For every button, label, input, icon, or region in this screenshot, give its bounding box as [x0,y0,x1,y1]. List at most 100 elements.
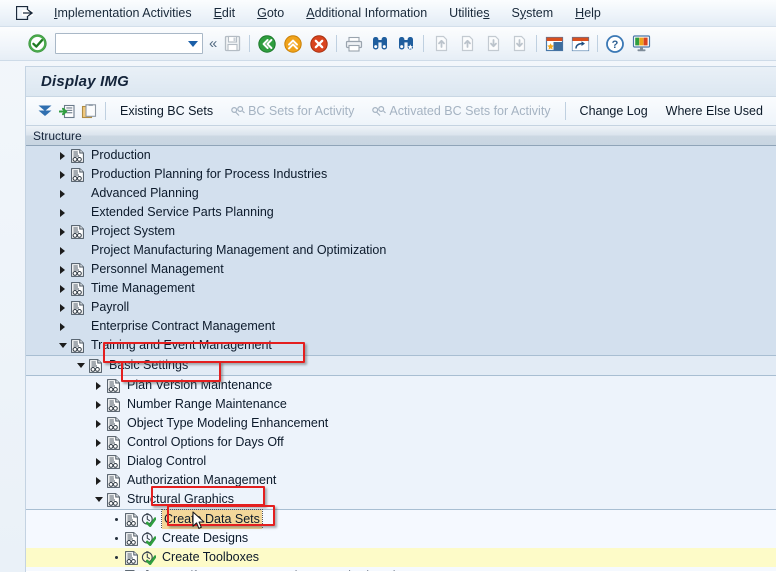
tree-row[interactable]: Control Options for Days Off [26,433,776,452]
activity-executable-icon[interactable] [140,529,157,548]
tree-row[interactable]: Number Range Maintenance [26,395,776,414]
expand-toggle[interactable] [56,279,69,298]
change-log-button[interactable]: Change Log [571,97,657,126]
tree-row-label: Basic Settings [109,358,189,372]
menu-item-goto[interactable]: Goto [246,0,295,27]
expand-toggle[interactable] [56,260,69,279]
last-page-icon[interactable] [507,32,531,56]
activity-executable-icon[interactable] [140,567,157,571]
customize-layout-icon[interactable] [629,32,653,56]
expand-node-icon[interactable] [56,100,78,122]
tree-row[interactable]: Time Management [26,279,776,298]
tree-row[interactable]: Basic Settings [26,356,776,375]
activity-executable-icon[interactable] [140,548,157,567]
next-page-icon[interactable] [481,32,505,56]
first-page-icon[interactable] [429,32,453,56]
tree-row[interactable]: Structural Graphics [26,490,776,509]
tree-row-label: Extended Service Parts Planning [91,205,274,219]
previous-page-icon[interactable] [455,32,479,56]
tree-row[interactable]: Enterprise Contract Management [26,317,776,336]
save-icon[interactable] [220,32,244,56]
menu-item-implementation-activities[interactable]: Implementation Activities [43,0,203,27]
command-field[interactable] [55,33,203,54]
tree-row-label: Create Designs [162,531,249,545]
img-node-icon [123,567,140,571]
exit-orange-icon[interactable] [281,32,305,56]
expand-toggle[interactable] [56,298,69,317]
tree-row[interactable]: Create Toolboxes [26,548,776,567]
toolbar-divider [564,102,566,120]
collapse-toggle[interactable] [74,356,87,375]
expand-toggle[interactable] [56,222,69,241]
img-structure-tree[interactable]: Production Production Planning for Proces… [26,146,776,571]
tree-row-label: Object Type Modeling Enhancement [127,416,329,430]
expand-toggle[interactable] [92,376,105,395]
tree-row[interactable]: Production [26,146,776,165]
menu-item-system[interactable]: System [500,0,564,27]
expand-toggle[interactable] [56,146,69,165]
find-next-icon[interactable] [394,32,418,56]
menu-item-additional-information[interactable]: Additional Information [295,0,438,27]
copy-clipboard-icon[interactable] [78,100,100,122]
bc-set-icon [231,105,246,117]
tree-row-label: Plan Version Maintenance [127,378,273,392]
expand-toggle[interactable] [92,414,105,433]
tree-row[interactable]: Project System [26,222,776,241]
collapse-toggle[interactable] [92,490,105,509]
tree-row-label: Payroll [91,300,130,314]
tree-row[interactable]: Training and Event Management [26,336,776,355]
command-input[interactable] [59,34,183,53]
tree-row[interactable]: Advanced Planning [26,184,776,203]
tree-row[interactable]: Personnel Management [26,260,776,279]
tree-row[interactable]: Create Data Sets [26,509,776,530]
tree-row-label: Production Planning for Process Industri… [91,167,328,181]
back-green-icon[interactable] [255,32,279,56]
img-node-icon [105,490,122,509]
tree-row-label: Structural Graphics [127,492,234,506]
find-icon[interactable] [368,32,392,56]
where-else-used-button[interactable]: Where Else Used [657,97,772,126]
menu-item-help[interactable]: Help [564,0,612,27]
collapse-all-icon[interactable] [34,100,56,122]
tree-row-label: Project System [91,224,176,238]
double-chevron-left-icon[interactable]: « [209,36,217,51]
collapse-toggle[interactable] [56,336,69,355]
chevron-down-icon[interactable] [188,40,198,47]
tree-row[interactable]: Dialog Control [26,452,776,471]
activated-bc-sets-for-activity-button: Activated BC Sets for Activity [363,97,559,126]
toolbar-divider [249,35,251,52]
expand-toggle[interactable] [56,165,69,184]
print-icon[interactable] [342,32,366,56]
existing-bc-sets-button[interactable]: Existing BC Sets [111,97,222,126]
expand-toggle[interactable] [56,203,69,222]
enter-icon[interactable] [28,34,47,53]
tree-row[interactable]: Extended Service Parts Planning [26,203,776,222]
expand-toggle[interactable] [92,471,105,490]
expand-toggle[interactable] [92,452,105,471]
system-menu-icon[interactable] [13,4,35,22]
column-header-structure: Structure [33,128,82,143]
tree-row[interactable]: Payroll [26,298,776,317]
tree-row[interactable]: Specify Context-Dependent Standard Assig… [26,567,776,571]
menu-item-edit[interactable]: Edit [203,0,247,27]
tree-row-label: Project Manufacturing Management and Opt… [91,243,387,257]
tree-row[interactable]: Plan Version Maintenance [26,376,776,395]
help-icon[interactable]: ? [603,32,627,56]
activity-executable-icon[interactable] [140,510,157,529]
tree-row-label: Enterprise Contract Management [91,319,276,333]
tree-row[interactable]: Create Designs [26,529,776,548]
tree-row[interactable]: Production Planning for Process Industri… [26,165,776,184]
create-shortcut-icon[interactable] [568,32,592,56]
expand-toggle[interactable] [56,317,69,336]
tree-row[interactable]: Project Manufacturing Management and Opt… [26,241,776,260]
tree-row[interactable]: Object Type Modeling Enhancement [26,414,776,433]
menu-item-utilities[interactable]: Utilities [438,0,500,27]
tree-row[interactable]: Authorization Management [26,471,776,490]
tree-row-label: Time Management [91,281,195,295]
expand-toggle[interactable] [92,433,105,452]
create-session-icon[interactable] [542,32,566,56]
expand-toggle[interactable] [56,241,69,260]
expand-toggle[interactable] [92,395,105,414]
cancel-red-icon[interactable] [307,32,331,56]
expand-toggle[interactable] [56,184,69,203]
